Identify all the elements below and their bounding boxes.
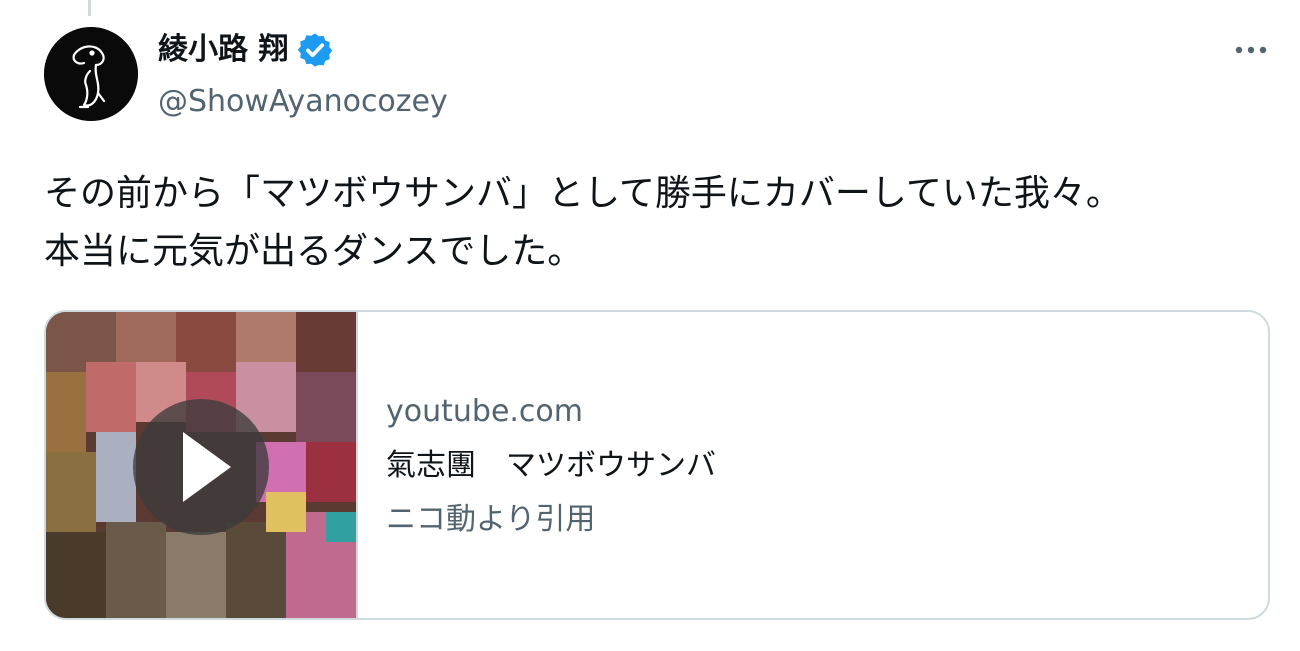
card-title: 氣志團 マツボウサンバ [386, 448, 716, 483]
cartoon-dog-silhouette-icon [44, 27, 138, 121]
link-card[interactable]: youtube.com 氣志團 マツボウサンバ ニコ動より引用 [44, 310, 1270, 620]
card-meta: youtube.com 氣志團 マツボウサンバ ニコ動より引用 [358, 312, 716, 618]
verified-badge-icon [298, 33, 333, 67]
thread-connector-line [88, 0, 91, 16]
tweet-text-line: 本当に元気が出るダンスでした。 [44, 231, 584, 272]
avatar[interactable] [44, 27, 138, 121]
tweet-text-line: その前から「マツボウサンバ」として勝手にカバーしていた我々。 [44, 173, 1122, 214]
tweet-text: その前から「マツボウサンバ」として勝手にカバーしていた我々。 本当に元気が出るダ… [44, 165, 1284, 281]
author-name-row: 綾小路 翔 [158, 30, 334, 70]
video-thumbnail-image [46, 312, 356, 618]
card-domain: youtube.com [386, 394, 584, 429]
display-name[interactable]: 綾小路 翔 [158, 30, 288, 70]
card-description: ニコ動より引用 [386, 502, 596, 537]
more-horizontal-icon [1235, 46, 1267, 54]
author-handle[interactable]: @ShowAyanocozey [158, 82, 448, 122]
card-thumbnail[interactable] [46, 312, 358, 618]
more-options-button[interactable] [1226, 30, 1276, 70]
